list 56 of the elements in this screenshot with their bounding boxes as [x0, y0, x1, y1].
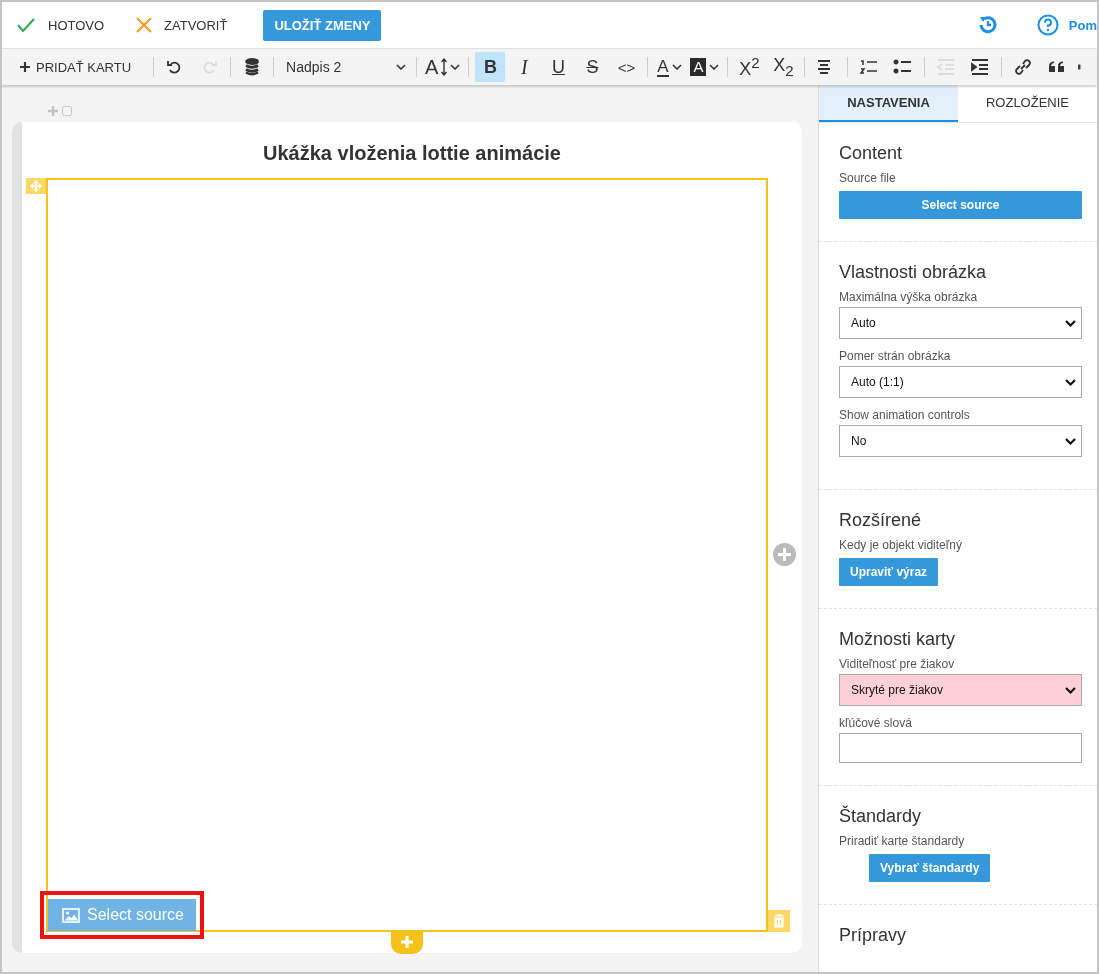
help-icon[interactable] [1036, 14, 1059, 36]
section-title: Možnosti karty [839, 629, 957, 650]
close-icon [136, 17, 153, 33]
font-size-button[interactable]: A [423, 52, 463, 82]
section-title: Prípravy [839, 925, 908, 946]
caret-icon [1065, 686, 1076, 694]
caret-icon [709, 64, 720, 70]
section-title: Content [839, 143, 904, 164]
italic-button[interactable]: I [509, 52, 540, 82]
section-title: Štandardy [839, 806, 923, 827]
select-field[interactable]: Skryté pre žiakov [839, 674, 1082, 706]
code-button[interactable]: <> [611, 52, 642, 82]
script-button[interactable]: X$_{2}$ [768, 52, 799, 82]
add-card-button[interactable]: PRIDAŤ KARTU [16, 59, 136, 75]
select-field[interactable]: Auto (1:1) [839, 366, 1082, 398]
field-label: Viditeľnosť pre žiakov [839, 657, 956, 671]
field-label: kľúčové slová [839, 716, 913, 730]
indent-icon [970, 58, 991, 76]
plus-icon [20, 62, 30, 72]
field-label: Maximálna výška obrázka [839, 290, 979, 304]
bold-button[interactable]: B [475, 52, 506, 82]
check-icon [16, 17, 36, 33]
caret-icon [1065, 437, 1076, 445]
card-title: Ukážka vloženia lottie animácie [262, 141, 562, 166]
underline-button[interactable]: U [543, 52, 574, 82]
select-field[interactable]: Auto [839, 307, 1082, 339]
select-field[interactable]: No [839, 425, 1082, 457]
highlight-button[interactable]: A [688, 52, 722, 82]
keywords-field[interactable] [839, 733, 1082, 763]
image-icon [62, 907, 80, 923]
caret-icon [671, 64, 682, 70]
caret-icon [1065, 378, 1076, 386]
bullet-list-icon [893, 58, 914, 76]
section-title: Vlastnosti obrázka [839, 262, 988, 283]
move-handle-icon[interactable] [26, 178, 46, 194]
caret-icon [396, 64, 407, 70]
numbered-list-icon [859, 58, 880, 76]
field-label: Priradiť karte štandardy [839, 834, 966, 848]
caret-icon [1065, 319, 1076, 327]
style-dropdown[interactable]: Nadpis 2 [278, 59, 413, 75]
field-label: Kedy je objekt viditeľný [839, 538, 963, 552]
height-arrows-icon [441, 58, 448, 76]
close-button[interactable]: ZATVORIŤ [136, 17, 228, 33]
panel-tab[interactable]: NASTAVENIA [819, 85, 958, 122]
section-title: Rozšírené [839, 510, 923, 531]
field-label: Source file [839, 171, 897, 185]
caret-icon [450, 64, 461, 70]
field-label: Show animation controls [839, 408, 971, 422]
script-button[interactable]: X$^{2}$ [734, 52, 765, 82]
text-color-button[interactable]: A [654, 52, 685, 82]
panel-tab[interactable]: ROZLOŽENIE [958, 85, 1097, 122]
add-column-icon[interactable] [773, 543, 796, 566]
done-button[interactable]: HOTOVO [16, 17, 105, 33]
field-label: Pomer strán obrázka [839, 349, 952, 363]
strikethrough-button[interactable]: S [577, 52, 608, 82]
link-icon [1013, 58, 1034, 76]
